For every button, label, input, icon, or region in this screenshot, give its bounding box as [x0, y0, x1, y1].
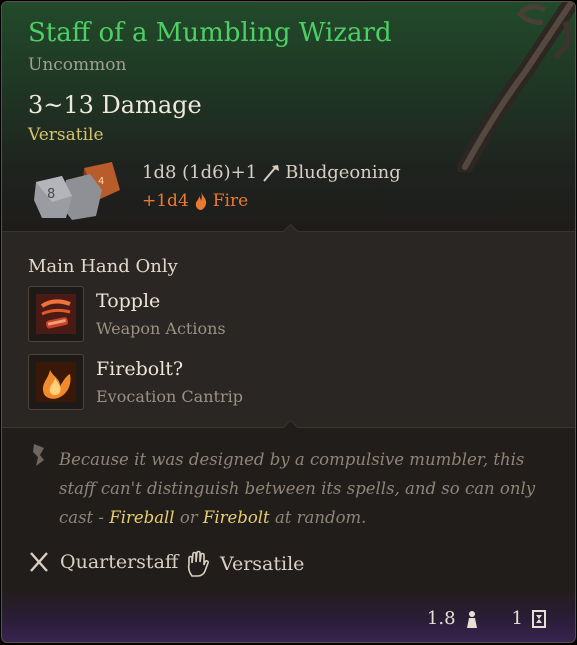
crossed-staves-icon	[30, 552, 48, 572]
action-name-topple[interactable]: Topple	[96, 290, 160, 312]
action-name-firebolt[interactable]: Firebolt?	[96, 358, 183, 380]
mace-icon	[263, 164, 280, 182]
gold-icon	[532, 609, 546, 628]
topple-glyph-icon	[36, 294, 76, 334]
hand-restriction-label: Main Hand Only	[28, 256, 178, 277]
hand-icon	[187, 550, 209, 577]
weight-value: 1.8	[426, 608, 456, 629]
weight-icon	[466, 610, 477, 628]
lore-text-end: at random.	[269, 508, 367, 527]
item-name: Staff of a Mumbling Wizard	[28, 18, 392, 48]
lore-text-middle: or	[174, 508, 203, 527]
property-versatile[interactable]: Versatile	[186, 550, 304, 578]
bonus-type: Fire	[212, 191, 249, 211]
weapon-property-tag: Versatile	[28, 125, 104, 145]
damage-type: Bludgeoning	[285, 162, 401, 183]
damage-roll: 1d8 (1d6)+1	[142, 162, 258, 183]
lore-description: Because it was designed by a compulsive …	[59, 445, 554, 532]
damage-dice-icon: 4 8	[34, 162, 120, 220]
footer-stats: 1.8 1	[427, 608, 547, 629]
bonus-damage-line: +1d4 Fire	[142, 191, 248, 211]
property-label-versatile: Versatile	[220, 553, 305, 575]
staff-artwork	[457, 2, 575, 172]
dice-face-4: 4	[98, 176, 104, 187]
firebolt-glyph-icon	[36, 362, 76, 402]
lore-highlight-fireball[interactable]: Fireball	[109, 508, 174, 527]
damage-range: 3~13 Damage	[28, 91, 202, 119]
fire-icon	[195, 192, 206, 210]
action-category-topple: Weapon Actions	[96, 319, 226, 338]
dice-face-8: 8	[47, 187, 55, 202]
gold-value: 1	[511, 608, 523, 629]
property-label-quarterstaff: Quarterstaff	[60, 551, 179, 573]
lore-highlight-firebolt[interactable]: Firebolt	[203, 508, 270, 527]
firebolt-icon[interactable]	[28, 354, 84, 410]
bonus-roll: +1d4	[142, 191, 189, 211]
item-rarity: Uncommon	[28, 55, 127, 75]
divider	[2, 419, 575, 436]
item-tooltip: Staff of a Mumbling Wizard Uncommon 3~13…	[1, 1, 576, 643]
topple-icon[interactable]	[28, 286, 84, 342]
quill-icon	[33, 444, 44, 466]
action-category-firebolt: Evocation Cantrip	[96, 387, 243, 406]
property-quarterstaff[interactable]: Quarterstaff	[28, 550, 178, 574]
damage-roll-line: 1d8 (1d6)+1 Bludgeoning	[142, 162, 401, 183]
